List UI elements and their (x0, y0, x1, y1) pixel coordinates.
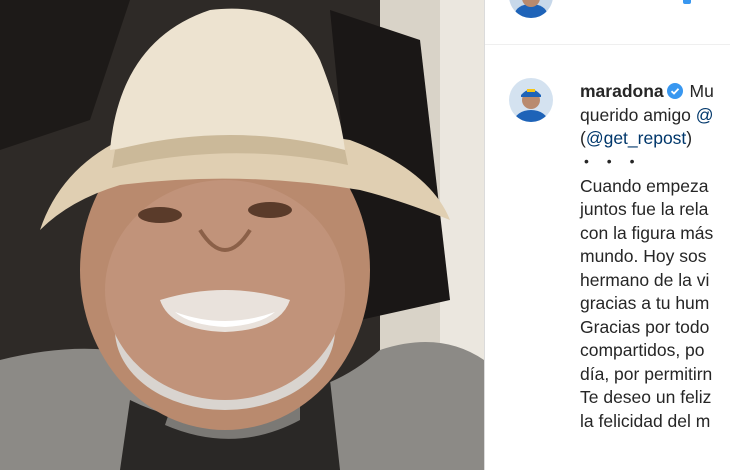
caption-body-line: Gracias por todo (580, 316, 710, 337)
separator-dots: • • • (584, 152, 642, 169)
mention-link[interactable]: @ (696, 105, 714, 125)
link-marker (683, 0, 691, 4)
post-photo[interactable] (0, 0, 484, 470)
repost-handle-link[interactable]: @get_repost (586, 128, 686, 148)
caption-line-2: querido amigo (580, 104, 691, 125)
caption-body-line: gracias a tu hum (580, 293, 710, 313)
caption-body-line: compartidos, po (580, 340, 705, 360)
caption-body-line: la felicidad del m (580, 410, 711, 431)
caption-body-line: Cuando empeza (580, 175, 709, 196)
caption-body-line: mundo. Hoy sos (580, 246, 707, 266)
comments-panel: maradona Mu querido amigo @ (@get_repost… (485, 0, 730, 470)
verified-badge-icon (666, 82, 683, 99)
author-avatar[interactable] (509, 78, 553, 122)
repost-close: ) (686, 128, 693, 148)
author-username[interactable]: maradona (580, 81, 664, 101)
previous-comment-row (485, 0, 730, 45)
man-with-hat-photo (0, 0, 484, 470)
caption-line-1: Mu (689, 81, 714, 101)
caption-body-line: Te deseo un feliz (580, 387, 712, 407)
caption-body-line: día, por permitirn (580, 363, 713, 384)
post-caption: maradona Mu querido amigo @ (@get_repost… (580, 80, 730, 433)
caption-body-line: juntos fue la rela (580, 199, 709, 219)
caption-body-line: hermano de la vi (580, 269, 710, 290)
caption-body-line: con la figura más (580, 222, 714, 243)
previous-avatar[interactable] (509, 0, 553, 18)
caption-body: Cuando empeza juntos fue la rela con la … (580, 175, 730, 434)
